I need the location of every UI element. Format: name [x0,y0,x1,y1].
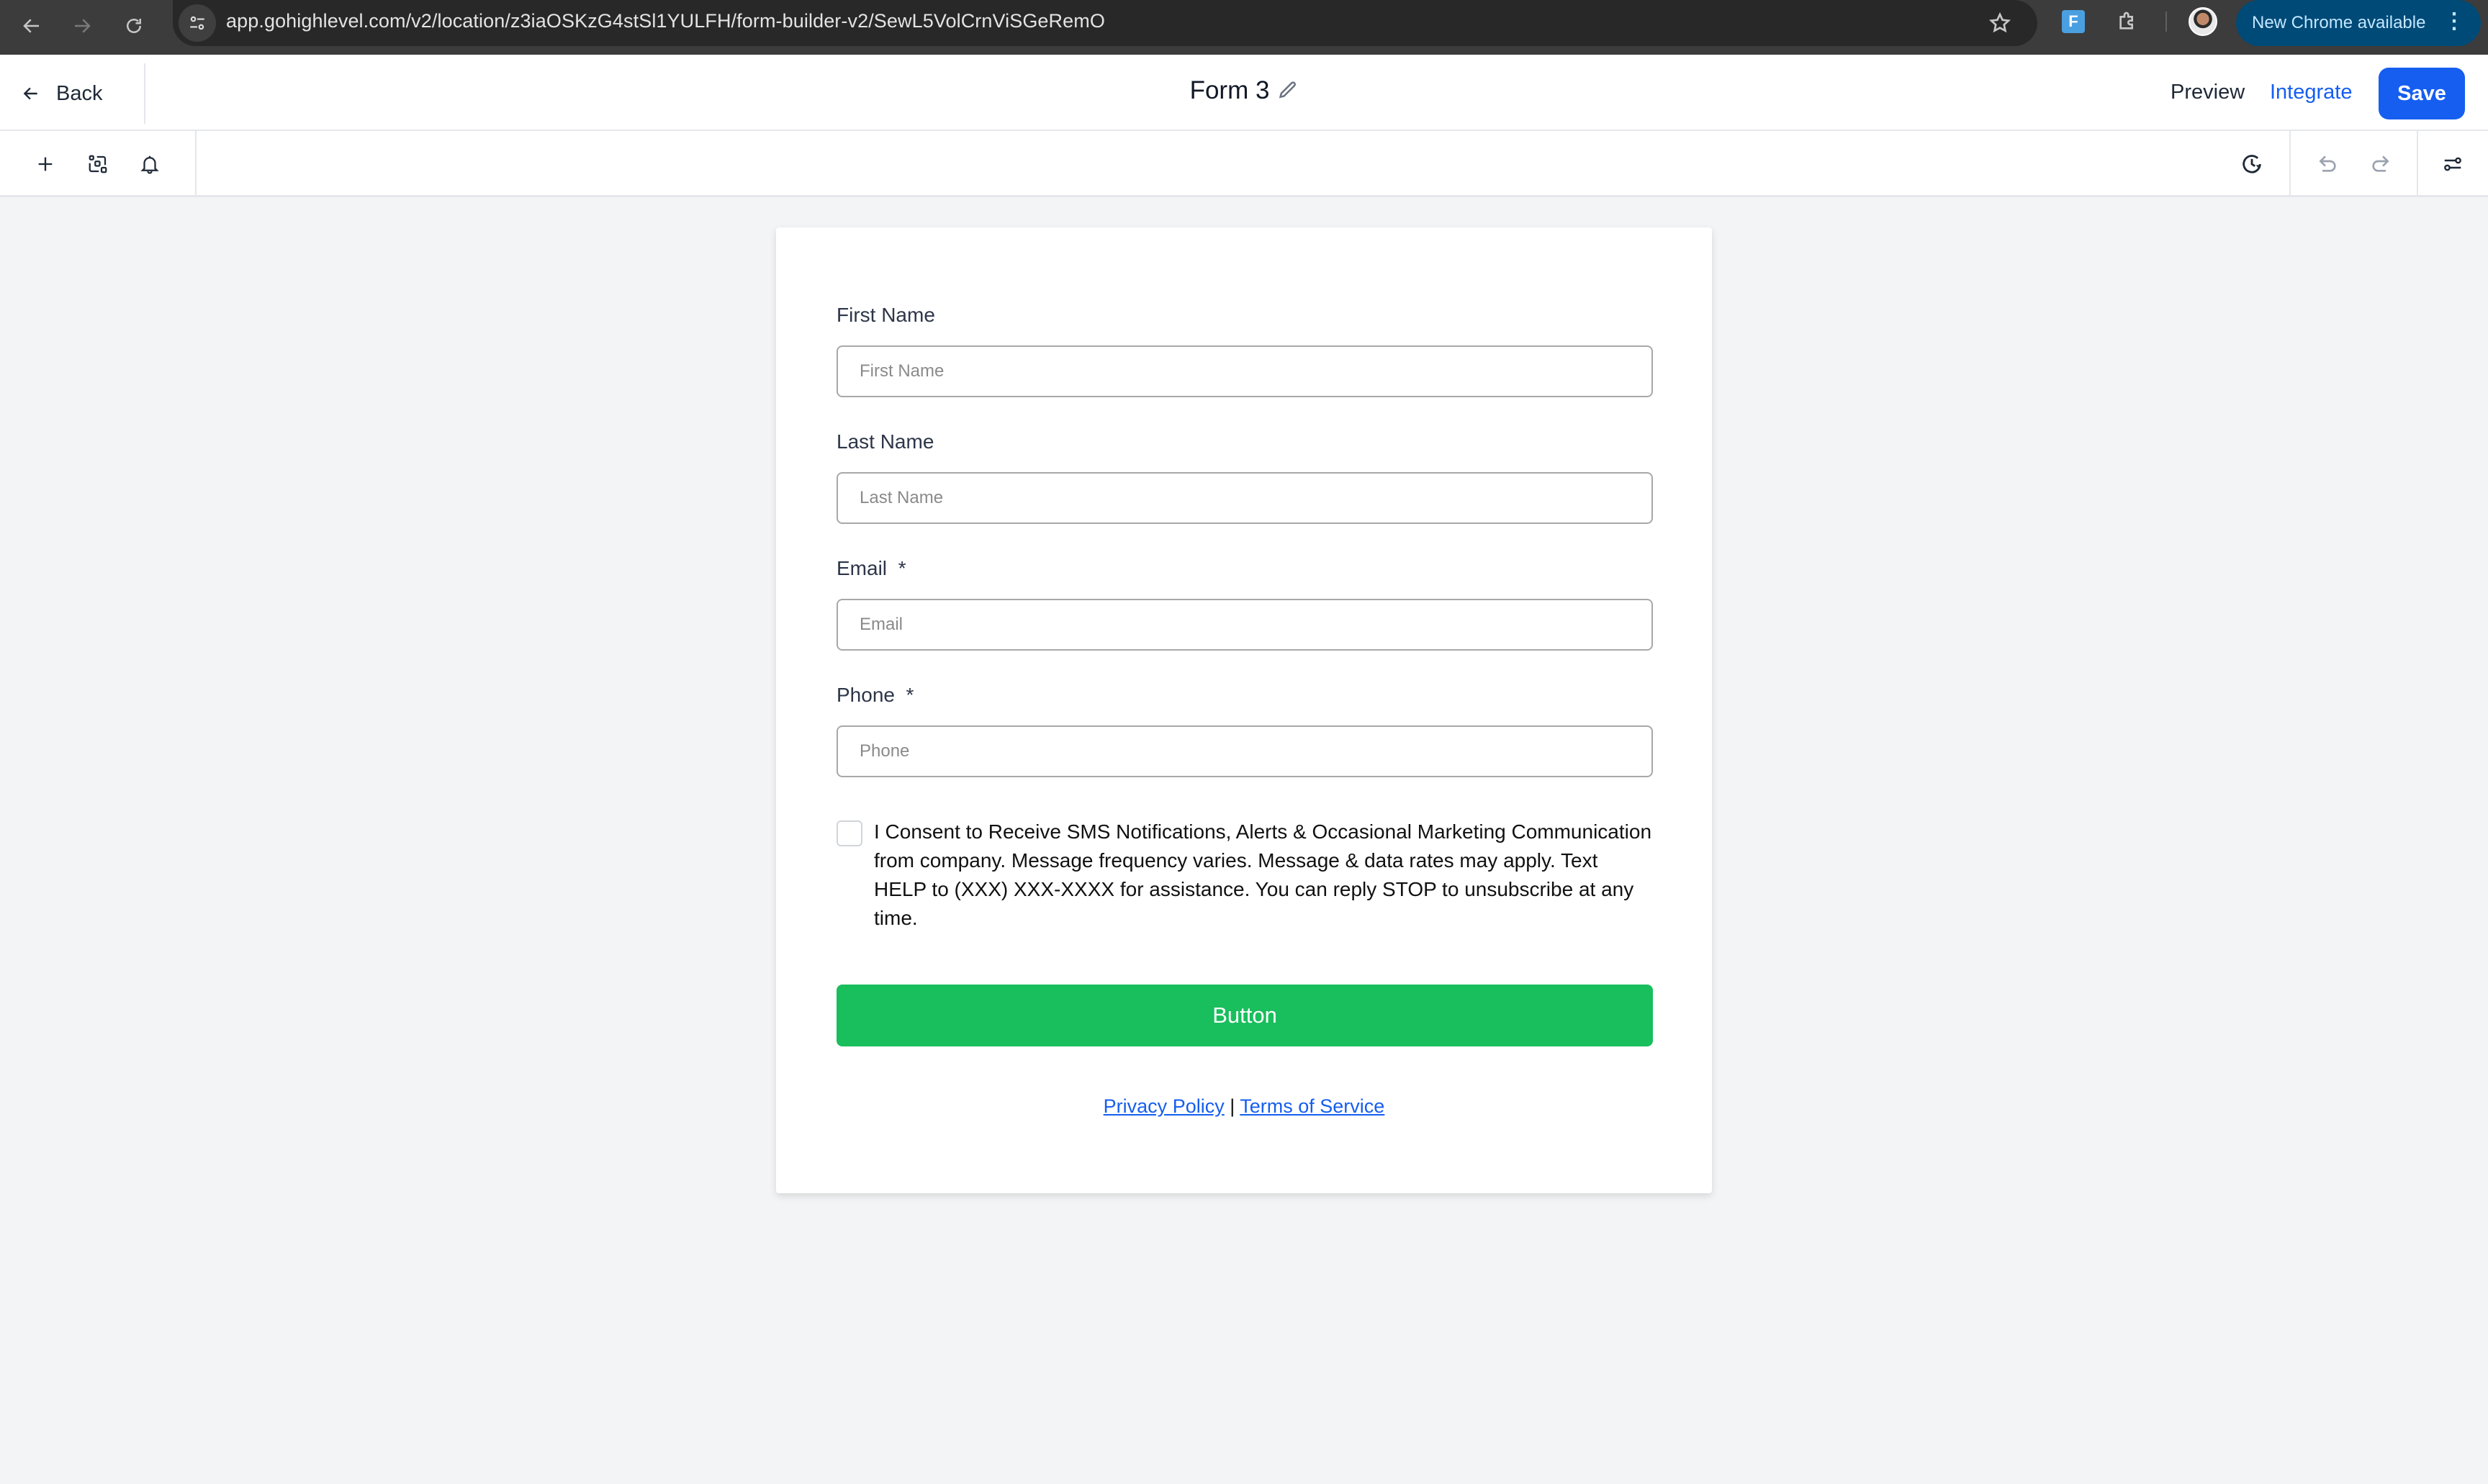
browser-toolbar: app.gohighlevel.com/v2/location/z3iaOSKz… [0,0,2488,55]
back-button[interactable]: Back [22,73,102,114]
bookmark-star-icon[interactable] [1984,7,2016,39]
last-name-input[interactable] [837,472,1653,524]
puzzle-icon[interactable] [2113,7,2142,36]
link-separator: | [1230,1095,1235,1117]
email-label-text: Email [837,557,888,579]
layout-elements-icon[interactable] [79,145,117,183]
forward-arrow-icon[interactable] [62,6,102,46]
back-arrow-icon[interactable] [12,6,52,46]
email-field: Email * [837,557,1653,651]
last-name-field: Last Name [837,430,1653,524]
toolbar-separator [2165,12,2167,32]
last-name-label: Last Name [837,430,934,453]
phone-input[interactable] [837,725,1653,777]
first-name-field: First Name [837,304,1653,397]
form-preview-card[interactable]: First Name Last Name Email * Phone * I C… [776,227,1712,1193]
undo-icon[interactable] [2309,145,2347,183]
profile-avatar[interactable] [2189,7,2217,36]
update-label: New Chrome available [2252,13,2426,32]
bell-icon[interactable] [131,145,168,183]
save-button[interactable]: Save [2379,68,2465,119]
email-label: Email * [837,557,1653,583]
integrate-button[interactable]: Integrate [2270,81,2352,104]
builder-canvas: First Name Last Name Email * Phone * I C… [0,197,2488,1484]
form-title[interactable]: Form 3 [1190,76,1299,105]
builder-toolbar [0,131,2488,197]
submit-button[interactable]: Button [837,985,1653,1046]
settings-sliders-icon[interactable] [2434,145,2471,183]
sms-consent: I Consent to Receive SMS Notifications, … [837,818,1653,933]
history-icon[interactable] [2233,145,2271,183]
terms-of-service-link[interactable]: Terms of Service [1240,1095,1384,1117]
back-label: Back [56,81,103,105]
toolbar-divider [2417,131,2418,197]
redo-icon[interactable] [2361,145,2399,183]
form-title-text: Form 3 [1189,76,1270,104]
header-divider [144,63,145,124]
toolbar-divider [195,131,197,197]
pencil-edit-icon[interactable] [1276,80,1298,101]
url-text[interactable]: app.gohighlevel.com/v2/location/z3iaOSKz… [226,10,1105,32]
reload-icon[interactable] [114,6,154,46]
toolbar-divider [2289,131,2291,197]
add-icon[interactable] [27,145,64,183]
consent-checkbox[interactable] [837,820,862,846]
legal-links: Privacy Policy | Terms of Service [776,1095,1712,1118]
email-input[interactable] [837,599,1653,651]
phone-label-text: Phone [837,684,895,706]
first-name-input[interactable] [837,345,1653,397]
more-vert-icon[interactable]: ⋮ [2443,9,2465,35]
builder-header: Back Form 3 Preview Integrate Save [0,55,2488,131]
preview-button[interactable]: Preview [2171,81,2245,104]
new-chrome-available-button[interactable]: New Chrome available ⋮ [2236,0,2481,46]
first-name-label: First Name [837,304,935,326]
address-bar[interactable]: app.gohighlevel.com/v2/location/z3iaOSKz… [173,0,2037,46]
required-marker: * [906,684,914,706]
extension-icon[interactable]: F [2062,10,2085,33]
required-marker: * [898,557,906,579]
arrow-left-icon [23,87,37,100]
privacy-policy-link[interactable]: Privacy Policy [1104,1095,1225,1117]
phone-label: Phone * [837,684,1653,710]
consent-text: I Consent to Receive SMS Notifications, … [874,820,1652,929]
site-info-icon[interactable] [179,4,216,42]
phone-field: Phone * [837,684,1653,777]
